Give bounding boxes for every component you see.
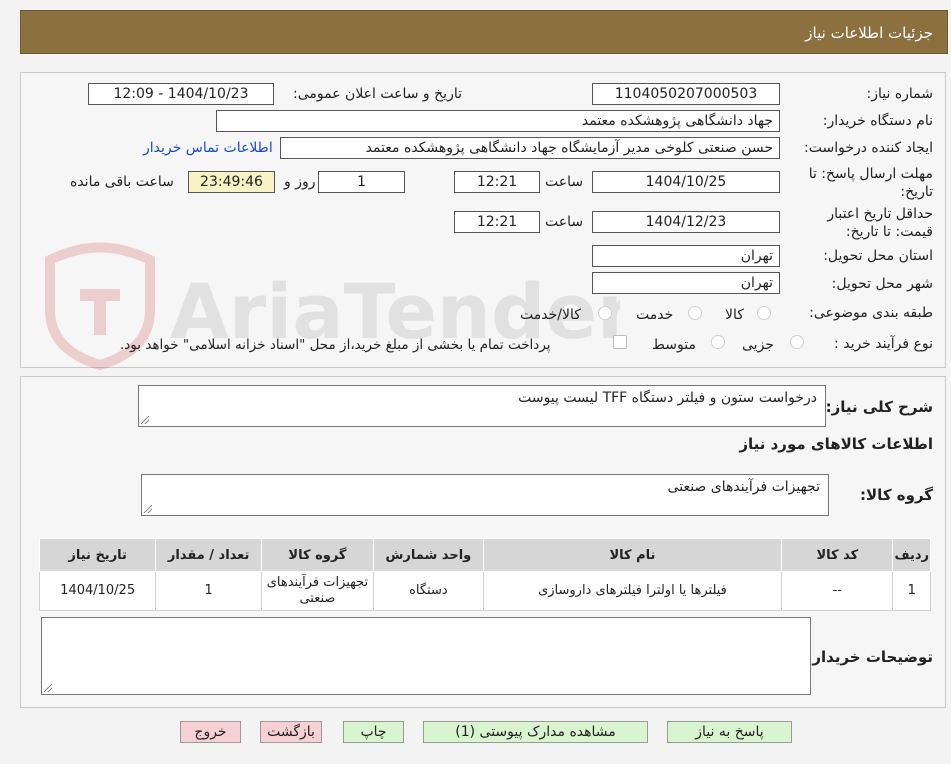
treasury-payment-checkbox[interactable] (613, 335, 627, 349)
buyer-org-label: نام دستگاه خریدار: (822, 113, 933, 129)
table-row: 1 -- فیلترها یا اولترا فیلترهای داروسازی… (38, 571, 931, 611)
view-attachments-button[interactable]: مشاهده مدارک پیوستی (1) (423, 721, 648, 743)
city-field: تهران (592, 272, 780, 294)
cell-code: -- (781, 571, 894, 611)
cell-qty: 1 (155, 571, 263, 611)
resize-grip-icon[interactable] (141, 416, 149, 424)
cell-unit: دستگاه (372, 571, 484, 611)
category-goods-label: کالا (725, 307, 744, 323)
days-field: 1 (318, 171, 405, 193)
category-goods-radio[interactable] (757, 306, 771, 320)
need-number-field: 1104050207000503 (592, 83, 780, 105)
print-button[interactable]: چاپ (343, 721, 404, 743)
summary-label: شرح کلی نیاز: (825, 398, 933, 416)
reply-button[interactable]: پاسخ به نیاز (667, 721, 792, 743)
validity-date-field: 1404/12/23 (592, 211, 780, 233)
deadline-time-label: ساعت (545, 174, 584, 190)
goods-group-text: تجهیزات فرآیندهای صنعتی (667, 479, 820, 495)
goods-group-label: گروه کالا: (860, 486, 933, 504)
process-medium-label: متوسط (652, 337, 696, 353)
need-number-label: شماره نیاز: (866, 86, 934, 102)
validity-time-field: 12:21 (454, 211, 540, 233)
col-unit: واحد شمارش (372, 538, 484, 572)
deadline-date-field: 1404/10/25 (592, 171, 780, 193)
province-field: تهران (592, 245, 780, 267)
announce-label: تاریخ و ساعت اعلان عمومی: (293, 86, 462, 102)
goods-group-textarea[interactable]: تجهیزات فرآیندهای صنعتی (141, 474, 829, 516)
page-header: جزئیات اطلاعات نیاز (20, 10, 948, 54)
announce-field: 1404/10/23 - 12:09 (88, 83, 274, 105)
col-row: ردیف (892, 538, 931, 572)
deadline-time-field: 12:21 (454, 171, 540, 193)
province-label: استان محل تحویل: (823, 248, 933, 264)
remaining-label: ساعت باقی مانده (70, 174, 174, 190)
buyer-notes-textarea[interactable] (41, 617, 811, 695)
process-medium-radio[interactable] (711, 335, 725, 349)
category-service-label: خدمت (636, 307, 674, 323)
back-button[interactable]: بازگشت (260, 721, 322, 743)
buyer-contact-link[interactable]: اطلاعات تماس خریدار (143, 140, 273, 156)
category-goods-service-radio[interactable] (598, 306, 612, 320)
days-label: روز و (284, 174, 316, 190)
items-table-header: ردیف کد کالا نام کالا واحد شمارش گروه کا… (38, 538, 931, 572)
summary-textarea[interactable]: درخواست ستون و فیلتر دستگاه TFF لیست پیو… (138, 385, 826, 427)
buyer-org-field: جهاد دانشگاهی پژوهشکده معتمد (216, 110, 780, 132)
summary-text: درخواست ستون و فیلتر دستگاه TFF لیست پیو… (518, 390, 817, 406)
buyer-notes-label: توضیحات خریدار: (806, 648, 933, 666)
validity-time-label: ساعت (545, 214, 584, 230)
category-label: طبقه بندی موضوعی: (809, 305, 933, 321)
process-label: نوع فرآیند خرید : (834, 336, 933, 352)
creator-label: ایجاد کننده درخواست: (804, 140, 933, 156)
resize-grip-icon[interactable] (44, 684, 52, 692)
cell-group: تجهیزات فرآیندهای صنعتی (261, 571, 374, 611)
cell-name: فیلترها یا اولترا فیلترهای داروسازی (482, 571, 783, 611)
category-goods-service-label: کالا/خدمت (520, 307, 581, 323)
process-minor-label: جزیی (742, 337, 774, 353)
col-group: گروه کالا (261, 538, 374, 572)
col-name: نام کالا (482, 538, 783, 572)
city-label: شهر محل تحویل: (831, 276, 933, 292)
validity-label: حداقل تاریخ اعتبار قیمت: تا تاریخ: (827, 206, 933, 240)
cell-row: 1 (892, 571, 931, 611)
page-title: جزئیات اطلاعات نیاز (805, 24, 933, 42)
process-minor-radio[interactable] (790, 335, 804, 349)
resize-grip-icon[interactable] (144, 505, 152, 513)
items-table: ردیف کد کالا نام کالا واحد شمارش گروه کا… (38, 538, 931, 611)
exit-button[interactable]: خروج (180, 721, 241, 743)
col-code: کد کالا (781, 538, 894, 572)
remaining-time-field: 23:49:46 (188, 171, 275, 193)
category-service-radio[interactable] (688, 306, 702, 320)
deadline-label: مهلت ارسال پاسخ: تا تاریخ: (808, 166, 933, 200)
creator-field: حسن صنعتی کلوخی مدیر آزمایشگاه جهاد دانش… (280, 137, 780, 159)
goods-info-title: اطلاعات کالاهای مورد نیاز (739, 435, 933, 453)
col-qty: تعداد / مقدار (155, 538, 263, 572)
col-date: تاریخ نیاز (38, 538, 157, 572)
treasury-payment-note: پرداخت تمام یا بخشی از مبلغ خرید،از محل … (120, 337, 551, 353)
cell-date: 1404/10/25 (38, 571, 157, 611)
